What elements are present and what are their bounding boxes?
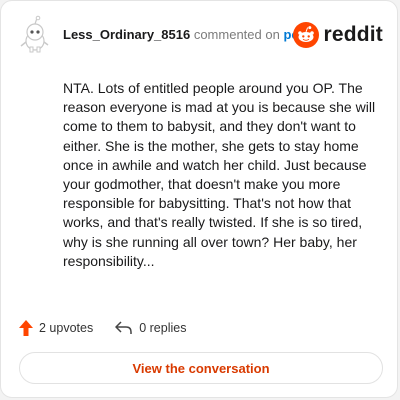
comment-meta: Less_Ordinary_8516 commented on post (63, 27, 311, 42)
comment-footer: 2 upvotes 0 replies (19, 319, 186, 337)
replies-count: 0 replies (139, 321, 187, 335)
reply-arrow-icon (115, 321, 132, 334)
comment-body: NTA. Lots of entitled people around you … (63, 80, 376, 269)
upvotes-count: 2 upvotes (39, 321, 94, 335)
upvotes-group[interactable]: 2 upvotes (19, 320, 93, 336)
comment-header: Less_Ordinary_8516 commented on post red… (15, 15, 383, 55)
snoo-avatar-icon[interactable] (15, 15, 55, 55)
comment-card: Less_Ordinary_8516 commented on post red… (0, 0, 398, 398)
reddit-brand[interactable]: reddit (293, 21, 383, 49)
upvote-arrow-icon (19, 320, 33, 336)
reddit-logo-icon (293, 22, 320, 48)
username[interactable]: Less_Ordinary_8516 (63, 27, 190, 42)
view-conversation-button[interactable]: View the conversation (19, 352, 383, 384)
action-text: commented on (193, 27, 280, 42)
brand-wordmark: reddit (323, 23, 383, 46)
replies-group[interactable]: 0 replies (115, 321, 186, 335)
